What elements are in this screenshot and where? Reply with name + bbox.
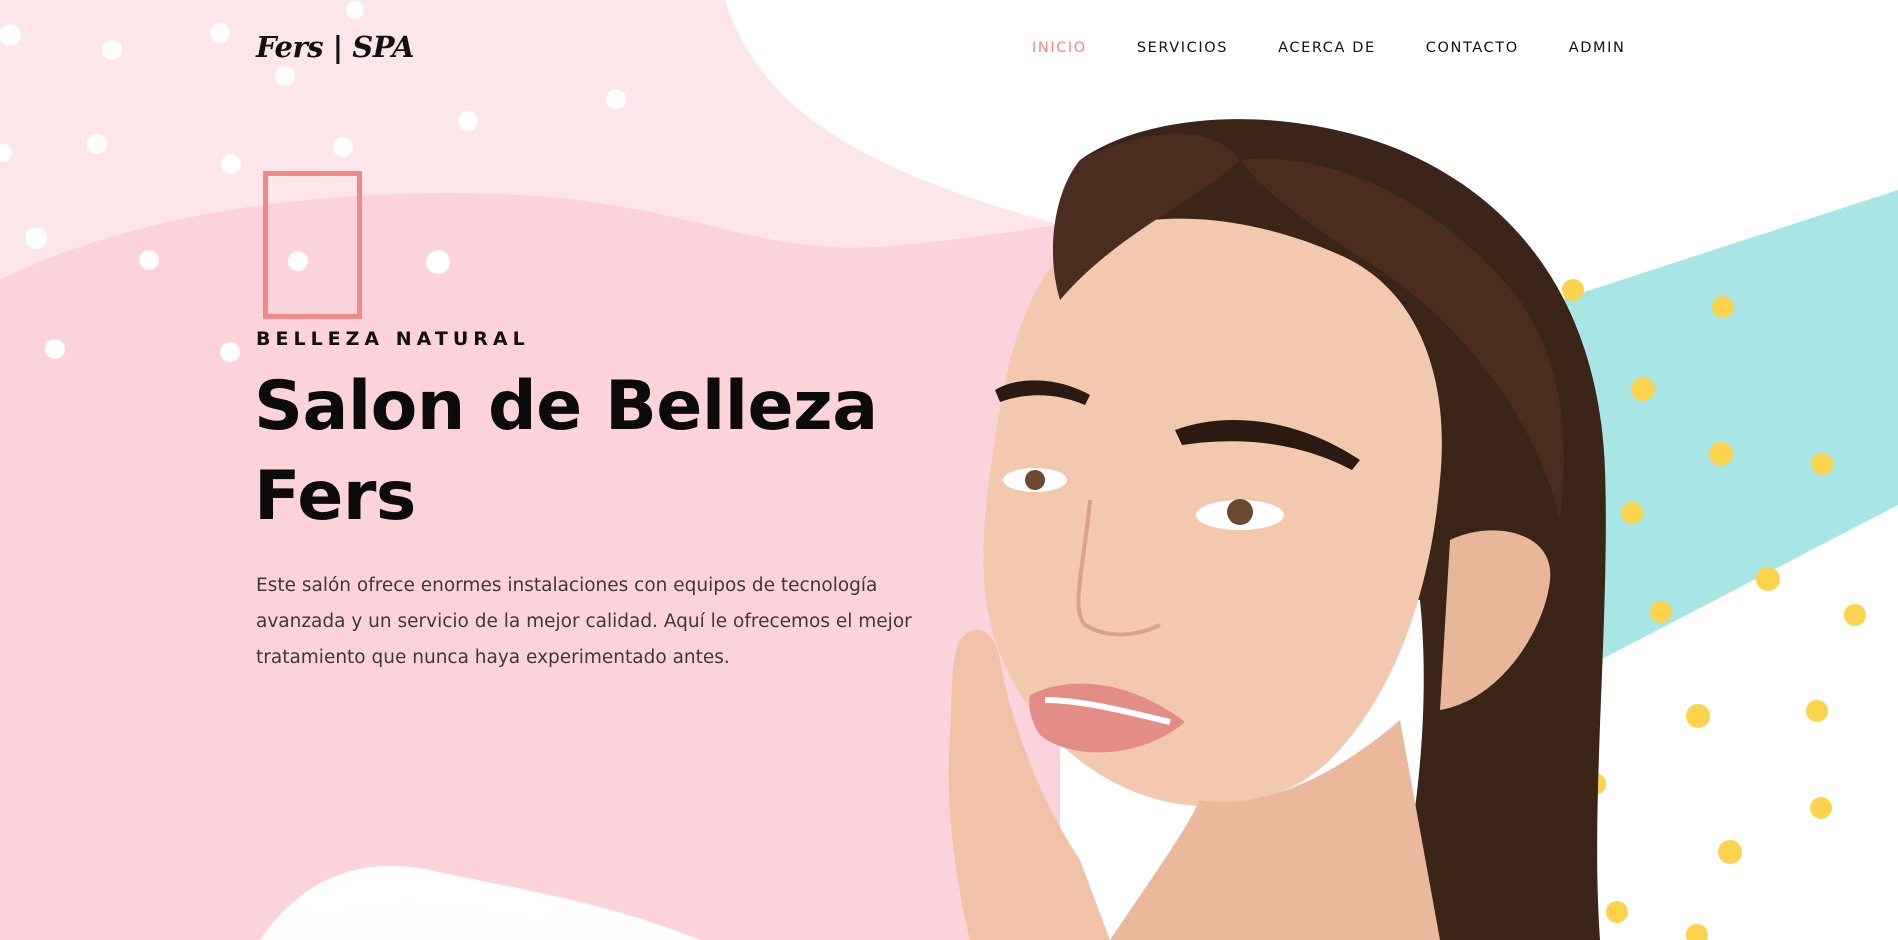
nav-item-inicio[interactable]: INICIO [1032, 40, 1087, 56]
main-nav: INICIO SERVICIOS ACERCA DE CONTACTO ADMI… [1032, 40, 1625, 56]
hero-eyebrow: BELLEZA NATURAL [256, 328, 530, 350]
hero-section: Fers | SPA INICIO SERVICIOS ACERCA DE CO… [0, 0, 1898, 940]
hero-title: Salon de Belleza Fers [254, 362, 974, 542]
nav-item-servicios[interactable]: SERVICIOS [1137, 40, 1228, 56]
nav-item-acerca-de[interactable]: ACERCA DE [1278, 40, 1376, 56]
hero-description: Este salón ofrece enormes instalaciones … [256, 575, 912, 668]
nav-item-admin[interactable]: ADMIN [1569, 40, 1626, 56]
brand-logo[interactable]: Fers | SPA [256, 30, 414, 64]
hero-title-line-2: Fers [254, 457, 416, 536]
decorative-frame [263, 171, 362, 319]
nav-item-contacto[interactable]: CONTACTO [1426, 40, 1519, 56]
hero-title-line-1: Salon de Belleza [254, 367, 878, 446]
